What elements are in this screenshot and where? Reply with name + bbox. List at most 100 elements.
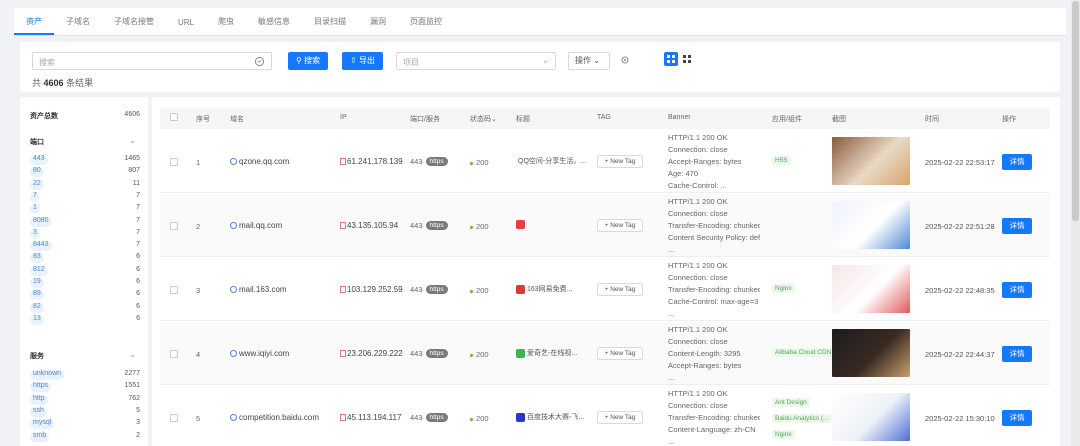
domain-link[interactable]: mail.163.com [230,285,287,294]
new-tag-button[interactable]: + New Tag [597,411,643,424]
tab-dir-scan[interactable]: 目录扫描 [302,16,358,35]
tab-vulnerability[interactable]: 漏洞 [358,16,398,35]
tab-sensitive-info[interactable]: 敏感信息 [246,16,302,35]
screenshot-thumbnail[interactable] [832,329,910,377]
port-filter-key: 1 [30,204,40,215]
domain-link[interactable]: www.iqiyi.com [230,349,289,358]
port-filter-item[interactable]: 77 [30,191,140,202]
port-filter-item[interactable]: 37 [30,228,140,239]
chat-icon[interactable] [254,56,265,67]
search-input[interactable]: 搜索 [32,52,272,70]
ip-link[interactable]: 61.241.178.139 [340,157,403,166]
domain-text: qzone.qq.com [239,157,290,166]
banner-line: Content-Language: zh-CN [668,425,756,434]
select-all-checkbox[interactable] [170,113,178,121]
tab-url[interactable]: URL [166,18,206,35]
port-filter-item[interactable]: 83 6 [30,253,140,264]
row-checkbox[interactable] [170,350,178,358]
port-filter-item[interactable]: 80807 [30,167,140,178]
port-filter-item[interactable]: 8443 7 [30,241,140,252]
ip-link[interactable]: 103.129.252.59 [340,285,403,294]
detail-button[interactable]: 详情 [1002,410,1032,426]
service-filter-count: 1551 [124,382,140,390]
port-filter-item[interactable]: 80807 [30,216,140,227]
screenshot-thumbnail[interactable] [832,137,910,185]
ip-text: 45.113.194.117 [347,413,402,422]
scrollbar-thumb[interactable] [1072,1,1079,221]
header-ip: IP [340,114,347,121]
new-tag-button[interactable]: + New Tag [597,283,643,296]
port-filter-item[interactable]: 17 [30,204,140,215]
grid-view-button[interactable] [680,52,694,66]
tab-page-monitor[interactable]: 页面监控 [398,16,454,35]
page-scrollbar[interactable] [1071,0,1080,446]
globe-icon [230,350,237,357]
header-status[interactable]: 状态码⌄ [470,114,497,124]
ip-link[interactable]: 45.113.194.117 [340,413,401,422]
table-row: 1 qzone.qq.com 61.241.178.139 443 https 200 QQ… [160,130,1050,193]
header-no: 序号 [196,116,210,123]
ip-icon [340,286,346,293]
search-icon: ⚲ [296,56,305,65]
detail-button[interactable]: 详情 [1002,154,1032,170]
screenshot-thumbnail[interactable] [832,265,910,313]
chevron-down-icon[interactable]: ⌄ [129,136,136,145]
service-filter-item[interactable]: unknown 2277 [30,370,140,380]
app-badge: Alibaba Cloud CDN [772,348,835,357]
service-filter-item[interactable]: smb 2 [30,431,140,442]
new-tag-button[interactable]: + New Tag [597,155,643,168]
tab-crawler[interactable]: 爬虫 [206,16,246,35]
port-filter-item[interactable]: 13 6 [30,314,140,325]
row-checkbox[interactable] [170,222,178,230]
port-filter-item[interactable]: 19 6 [30,278,140,288]
screenshot-thumbnail[interactable] [832,201,910,249]
service-filter-key: http [30,394,48,405]
port-filter-key: 8080 [30,216,52,227]
operation-select[interactable]: 操作 ⌄ [568,52,610,70]
port-filter-key: 89 [30,290,44,301]
header-banner: Banner [668,114,691,121]
port-filter-item[interactable]: 443 1465 [30,155,140,165]
port-filter-item[interactable]: 812 6 [30,265,140,276]
domain-link[interactable]: competition.baidu.com [230,413,319,422]
port-filter-item[interactable]: 89 6 [30,290,140,301]
search-button-label: 搜索 [304,56,321,65]
search-button[interactable]: ⚲ 搜索 [288,52,329,70]
detail-button[interactable]: 详情 [1002,218,1032,234]
port-text: 443 [410,413,423,422]
tab-subdomain[interactable]: 子域名 [54,16,102,35]
row-checkbox[interactable] [170,414,178,422]
export-button[interactable]: ⇪ 导出 [342,52,383,70]
port-filter-key: 3 [30,228,40,239]
tab-subdomain-takeover[interactable]: 子域名接管 [102,16,166,35]
domain-link[interactable]: mail.qq.com [230,221,282,230]
list-view-button[interactable] [664,52,678,66]
service-filter-item[interactable]: https 1551 [30,382,140,393]
port-filter-item[interactable]: 22 11 [30,179,140,190]
new-tag-button[interactable]: + New Tag [597,347,643,360]
chevron-down-icon[interactable]: ⌄ [129,350,136,359]
row-checkbox[interactable] [170,158,178,166]
detail-button[interactable]: 详情 [1002,346,1032,362]
tab-assets[interactable]: 资产 [14,16,54,35]
domain-text: www.iqiyi.com [239,349,290,358]
port-service: 443 https [410,413,448,422]
project-select[interactable]: 项目 ⌄ [396,52,556,70]
ip-link[interactable]: 23.206.229.222 [340,349,403,358]
result-count-value: 4606 [43,78,64,88]
banner-line: Cache-Control: max-age=3 [668,297,759,306]
gear-icon[interactable] [620,55,630,65]
service-filter-item[interactable]: http 762 [30,394,140,405]
ip-link[interactable]: 43.135.105.94 [340,221,398,230]
domain-link[interactable]: qzone.qq.com [230,157,289,166]
service-filter-item[interactable]: ssh 5 [30,406,140,417]
service-filter-item[interactable]: mysql 3 [30,419,140,430]
table-row: 4 www.iqiyi.com 23.206.229.222 443 https 200 爱… [160,322,1050,385]
table-row: 5 competition.baidu.com 45.113.194.117 443 h… [160,386,1050,446]
row-checkbox[interactable] [170,286,178,294]
screenshot-thumbnail[interactable] [832,393,910,441]
detail-button[interactable]: 详情 [1002,282,1032,298]
port-text: 443 [410,221,423,230]
port-filter-item[interactable]: 82 6 [30,302,140,313]
new-tag-button[interactable]: + New Tag [597,219,643,232]
